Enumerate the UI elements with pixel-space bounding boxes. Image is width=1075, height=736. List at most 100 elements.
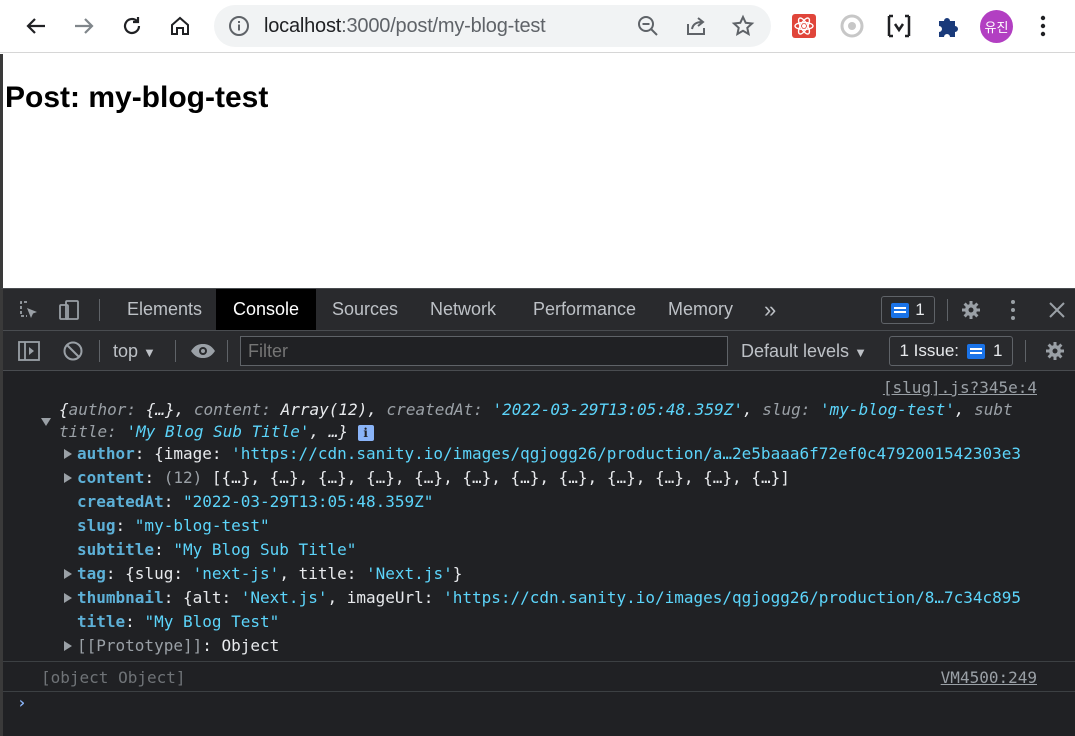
brace: { <box>59 400 69 419</box>
browser-menu-icon[interactable] <box>1036 14 1050 38</box>
summary-value: {…} <box>145 400 175 419</box>
clear-console-button[interactable] <box>61 340 85 362</box>
prop-prefix: {alt: <box>182 588 241 607</box>
console-settings-button[interactable] <box>1043 339 1067 363</box>
toolbar-separator <box>99 299 100 321</box>
inspect-element-button[interactable] <box>17 298 41 322</box>
prop-value: "my-blog-test" <box>134 516 270 535</box>
source-link[interactable]: VM4500:249 <box>941 667 1037 689</box>
close-devtools-button[interactable] <box>1045 298 1069 322</box>
source-link[interactable]: [slug].js?345e:4 <box>883 377 1037 399</box>
expand-triangle-icon[interactable] <box>64 473 72 483</box>
summary-value: 'my-blog-test' <box>820 400 955 419</box>
prop-createdAt[interactable]: createdAt: "2022-03-29T13:05:48.359Z" <box>77 491 433 513</box>
prop-key: thumbnail <box>77 588 164 607</box>
more-tabs-button[interactable]: » <box>764 289 776 330</box>
toolbar-separator <box>99 340 100 362</box>
prop-thumbnail[interactable]: thumbnail: {alt: 'Next.js', imageUrl: 'h… <box>77 587 1021 609</box>
prop-mid: , title: <box>279 564 367 583</box>
prop-title[interactable]: title: "My Blog Test" <box>77 611 279 633</box>
profile-avatar[interactable]: 유진 <box>980 10 1013 43</box>
issues-button[interactable]: 1 Issue: 1 <box>889 336 1013 366</box>
prop-prototype[interactable]: [[Prototype]]: Object <box>77 635 279 657</box>
console-filter-input[interactable] <box>240 336 728 366</box>
console-prompt[interactable]: › <box>17 693 27 712</box>
address-bar[interactable]: localhost:3000/post/my-blog-test <box>214 5 771 47</box>
eye-icon <box>191 344 215 358</box>
log-levels-dropdown[interactable]: Default levels ▼ <box>741 331 867 371</box>
tab-console[interactable]: Console <box>216 289 317 330</box>
prop-key: content <box>77 468 145 487</box>
expand-triangle-icon[interactable] <box>64 593 72 603</box>
page-title: Post: my-blog-test <box>5 81 269 114</box>
reload-icon <box>123 17 141 35</box>
kebab-menu-icon <box>1011 300 1015 320</box>
devtools-menu-button[interactable] <box>1003 298 1023 322</box>
prop-key: slug <box>77 516 116 535</box>
prop-end: } <box>452 564 463 583</box>
summary-tail: , …} <box>309 422 348 441</box>
select-element-icon <box>20 301 37 318</box>
share-icon[interactable] <box>684 14 708 38</box>
prop-author[interactable]: author: {image: 'https://cdn.sanity.io/i… <box>77 443 1021 465</box>
device-toggle-icon <box>59 300 79 320</box>
prop-value: "My Blog Sub Title" <box>173 540 357 559</box>
gear-icon <box>962 301 980 319</box>
device-toolbar-button[interactable] <box>57 298 81 322</box>
live-expression-button[interactable] <box>190 340 216 362</box>
reload-button[interactable] <box>115 9 149 43</box>
expand-triangle-icon[interactable] <box>64 641 72 651</box>
settings-button[interactable] <box>959 298 983 322</box>
info-icon[interactable]: i <box>357 424 374 441</box>
zoom-out-icon[interactable] <box>636 14 660 38</box>
back-button[interactable] <box>19 9 53 43</box>
tab-sources[interactable]: Sources <box>332 289 398 330</box>
tab-memory[interactable]: Memory <box>668 289 733 330</box>
prop-value: 'next-js' <box>192 564 280 583</box>
tab-network[interactable]: Network <box>430 289 496 330</box>
messages-badge[interactable]: 1 <box>881 296 935 324</box>
console-output: [slug].js?345e:4 {author: {…}, content: … <box>3 371 1075 736</box>
prop-value: "My Blog Test" <box>144 612 280 631</box>
home-button[interactable] <box>163 9 197 43</box>
summary-value: Array(12) <box>280 400 368 419</box>
expand-triangle-icon[interactable] <box>64 449 72 459</box>
summary-key: createdAt <box>386 400 474 419</box>
collapse-triangle-icon[interactable] <box>41 418 51 426</box>
summary-key: content <box>193 400 262 419</box>
extensions-puzzle-icon[interactable] <box>935 13 961 39</box>
object-summary-cont[interactable]: title: 'My Blog Sub Title', …} i <box>59 421 374 443</box>
issues-label: 1 Issue: <box>899 341 960 360</box>
expand-triangle-icon[interactable] <box>64 569 72 579</box>
context-label: top <box>113 341 139 361</box>
browser-toolbar: localhost:3000/post/my-blog-test 유진 <box>0 0 1075 53</box>
prop-tag[interactable]: tag: {slug: 'next-js', title: 'Next.js'} <box>77 563 462 585</box>
show-sidebar-button[interactable] <box>17 340 41 362</box>
prop-value: 'https://cdn.sanity.io/images/qgjogg26/p… <box>231 444 1022 463</box>
react-devtools-extension-icon[interactable] <box>791 13 817 39</box>
tab-performance[interactable]: Performance <box>533 289 636 330</box>
context-selector[interactable]: top ▼ <box>113 331 156 371</box>
prop-value: [{…}, {…}, {…}, {…}, {…}, {…}, {…}, {…},… <box>211 468 790 487</box>
circle-extension-icon[interactable] <box>839 13 865 39</box>
site-info-icon[interactable] <box>228 15 250 37</box>
devtools-panel: Elements Console Sources Network Perform… <box>0 288 1075 736</box>
message-divider <box>3 691 1075 692</box>
page-viewport: Post: my-blog-test <box>0 54 1075 288</box>
message-divider <box>3 661 1075 662</box>
object-summary[interactable]: {author: {…}, content: Array(12), create… <box>59 399 1013 421</box>
messages-count: 1 <box>915 300 925 319</box>
bracket-extension-icon[interactable] <box>886 13 912 39</box>
prop-slug[interactable]: slug: "my-blog-test" <box>77 515 270 537</box>
issues-count: 1 <box>993 341 1003 360</box>
back-arrow-icon <box>26 18 45 34</box>
prop-value: "2022-03-29T13:05:48.359Z" <box>182 492 434 511</box>
tab-elements[interactable]: Elements <box>127 289 202 330</box>
prop-subtitle[interactable]: subtitle: "My Blog Sub Title" <box>77 539 356 561</box>
forward-button[interactable] <box>67 9 101 43</box>
prop-key: createdAt <box>77 492 164 511</box>
url-text[interactable]: localhost:3000/post/my-blog-test <box>264 5 546 47</box>
url-host: localhost <box>264 15 342 37</box>
star-icon[interactable] <box>731 14 755 38</box>
prop-content[interactable]: content: (12) [{…}, {…}, {…}, {…}, {…}, … <box>77 467 790 489</box>
